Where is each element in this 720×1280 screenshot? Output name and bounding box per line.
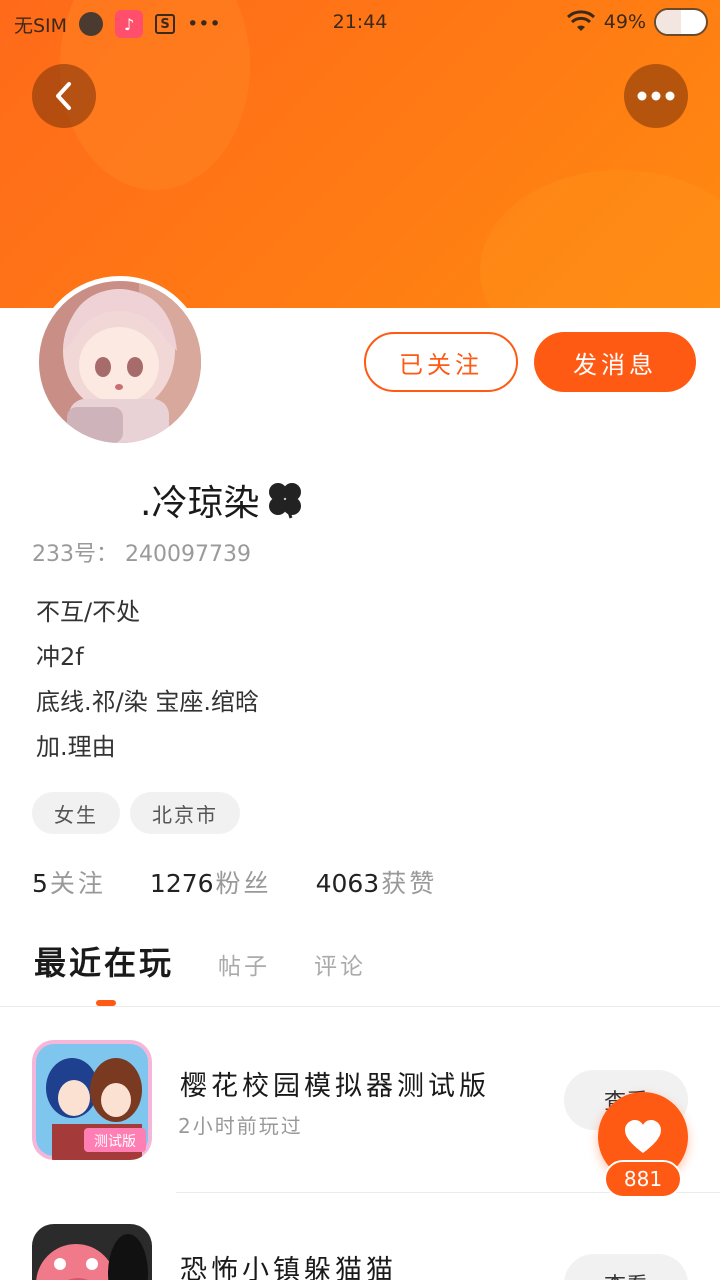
user-id: 233号： 240097739 (32, 536, 251, 568)
status-bar: 无SIM ♪ S ••• 21:44 49% (0, 0, 720, 46)
user-id-label: 233号： (32, 542, 118, 567)
nickname-text: .冷琼染 (140, 483, 260, 524)
divider (0, 1006, 720, 1007)
bio-line: 不互/不处 (36, 598, 141, 626)
clover-icon (269, 483, 302, 519)
bio-line: 底线.祁/染 宝座.绾晗 (36, 688, 259, 716)
profile-tabs: 最近在玩 帖子 评论 (34, 938, 366, 984)
back-button[interactable] (32, 64, 96, 128)
likes-stat: 4063获赞 (316, 864, 438, 900)
following-button[interactable]: 已关注 (364, 332, 518, 392)
following-stat[interactable]: 5关注 (32, 864, 106, 900)
sakura-school-game-icon: 测试版 (32, 1040, 152, 1160)
more-options-button[interactable] (624, 64, 688, 128)
game-title: 樱花校园模拟器测试版 (180, 1071, 490, 1102)
send-message-button[interactable]: 发消息 (534, 332, 696, 392)
game-title: 恐怖小镇躲猫猫 (180, 1255, 397, 1280)
avatar[interactable] (34, 276, 206, 448)
profile-stats: 5关注 1276粉丝 4063获赞 (32, 864, 437, 900)
view-game-button[interactable]: 查看 (564, 1254, 688, 1280)
battery-percent: 49% (603, 11, 646, 33)
test-version-badge: 测试版 (94, 1134, 136, 1150)
tab-recently-played[interactable]: 最近在玩 (34, 938, 174, 984)
anime-girl-avatar-image (39, 281, 201, 443)
profile-header-banner: 无SIM ♪ S ••• 21:44 49% (0, 0, 720, 308)
user-id-value: 240097739 (125, 542, 251, 567)
stat-label: 获赞 (381, 869, 438, 898)
nickname: .冷琼染 (140, 474, 307, 526)
gender-tag: 女生 (32, 792, 120, 834)
wifi-icon (566, 10, 595, 31)
tab-comments[interactable]: 评论 (314, 947, 366, 981)
last-played: 2小时前玩过 (178, 1114, 303, 1138)
profile-tags: 女生 北京市 (32, 792, 240, 834)
chevron-left-icon (56, 82, 71, 110)
stat-number: 1276 (149, 869, 214, 898)
battery-icon (654, 8, 708, 36)
stat-number: 5 (32, 869, 48, 898)
bio-line: 冲2f (36, 643, 84, 671)
bio: 不互/不处 冲2f 底线.祁/染 宝座.绾晗 加.理由 (36, 590, 259, 770)
heart-icon (625, 1120, 661, 1153)
bio-line: 加.理由 (36, 733, 116, 761)
header-decoration (480, 170, 720, 308)
tab-posts[interactable]: 帖子 (218, 947, 270, 981)
more-dots-icon (637, 91, 675, 101)
fans-stat[interactable]: 1276粉丝 (150, 864, 272, 900)
piggy-horror-game-icon (32, 1224, 152, 1280)
stat-label: 关注 (49, 869, 106, 898)
like-count-badge: 881 (604, 1160, 682, 1198)
location-tag: 北京市 (130, 792, 240, 834)
stat-number: 4063 (315, 869, 380, 898)
stat-label: 粉丝 (215, 869, 272, 898)
